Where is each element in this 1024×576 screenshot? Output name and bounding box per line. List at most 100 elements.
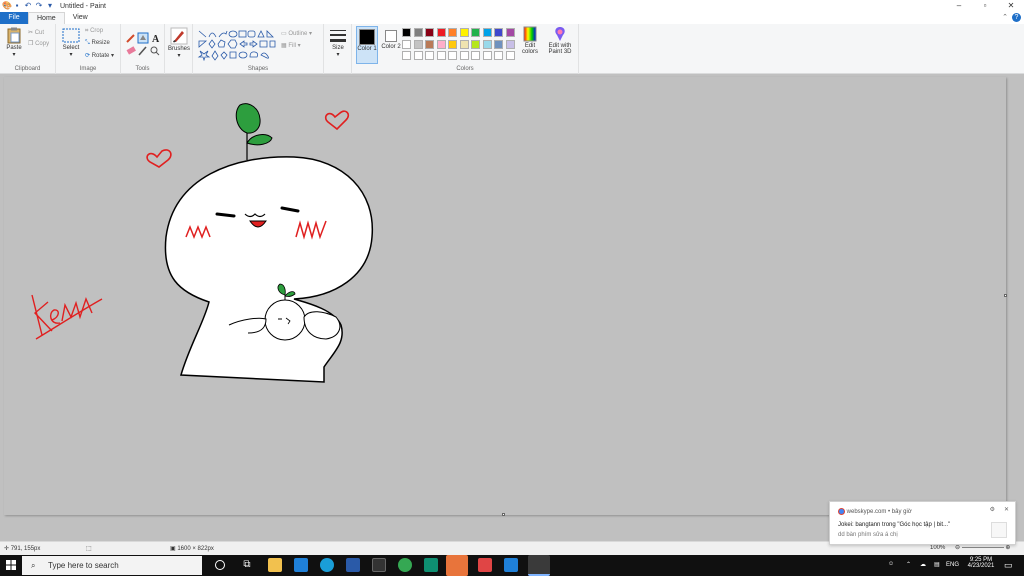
palette-custom-swatch[interactable] (448, 51, 457, 60)
crop-button[interactable]: ⌗ Crop (85, 28, 103, 35)
save-icon[interactable]: ▪ (13, 2, 21, 10)
size-button[interactable]: Size ▾ (327, 28, 349, 58)
palette-custom-swatch[interactable] (425, 51, 434, 60)
undo-icon[interactable]: ↶ (24, 2, 32, 10)
redo-icon[interactable]: ↷ (35, 2, 43, 10)
palette-swatch[interactable] (471, 39, 480, 49)
toast-close-icon[interactable]: ✕ (1004, 506, 1009, 513)
palette-swatch[interactable] (459, 39, 469, 49)
toast-settings-icon[interactable]: ⚙ (990, 506, 995, 513)
notification-toast[interactable]: webskype.com • bây giờ ⚙ ✕ Jokei: bangta… (829, 501, 1016, 545)
palette-custom-swatch[interactable] (436, 51, 446, 60)
palette-swatch[interactable] (413, 28, 423, 37)
color-palette (402, 28, 522, 64)
palette-swatch[interactable] (425, 39, 434, 49)
select-rectangle-icon (62, 28, 80, 43)
file-explorer-icon[interactable] (268, 558, 282, 572)
palette-swatch[interactable] (402, 28, 411, 37)
rotate-button[interactable]: ⟳ Rotate ▾ (85, 52, 114, 59)
canvas-resize-handle-right[interactable] (1004, 294, 1007, 297)
edge-icon[interactable] (320, 558, 334, 572)
customize-dropdown-icon[interactable]: ▾ (46, 2, 54, 10)
paint-taskbar-icon[interactable] (528, 555, 550, 576)
store-icon[interactable] (346, 558, 360, 572)
color-picker-icon[interactable] (138, 46, 147, 56)
palette-custom-swatch[interactable] (402, 51, 411, 60)
people-icon[interactable]: ☺ (888, 561, 894, 567)
clipboard-group: Paste ▾ ✂ Cut ❐ Copy Clipboard (0, 24, 56, 74)
taskbar-search-box[interactable]: ⌕ Type here to search (22, 556, 202, 575)
zoom-out-icon[interactable]: ⊖ (955, 545, 960, 551)
network-icon[interactable]: ▤ (934, 561, 940, 568)
tray-expand-icon[interactable]: ⌃ (906, 561, 911, 568)
clock[interactable]: 9:25 PM 4/23/2021 (966, 557, 996, 569)
palette-swatch[interactable] (436, 39, 446, 49)
cut-button[interactable]: ✂ Cut (28, 29, 44, 36)
magnifier-icon[interactable] (150, 46, 160, 56)
palette-swatch[interactable] (402, 39, 411, 49)
tab-file[interactable]: File (0, 12, 28, 24)
security-shield-icon[interactable] (446, 555, 468, 576)
heart-drawing-right (324, 110, 350, 131)
tab-view[interactable]: View (65, 12, 96, 24)
palette-swatch[interactable] (459, 28, 469, 37)
close-button[interactable]: ✕ (998, 0, 1024, 12)
brushes-button[interactable]: Brushes ▾ (167, 27, 191, 59)
palette-custom-swatch[interactable] (471, 51, 480, 60)
notification-center-icon[interactable]: ▭ (1004, 560, 1013, 571)
copy-button[interactable]: ❐ Copy (28, 40, 49, 47)
palette-swatch[interactable] (436, 28, 446, 37)
palette-swatch[interactable] (448, 28, 457, 37)
help-icon[interactable]: ? (1012, 13, 1021, 22)
fill-button[interactable]: ▦ Fill ▾ (281, 42, 301, 49)
task-view-icon[interactable]: ⧉ (240, 558, 254, 572)
shapes-gallery[interactable] (197, 29, 277, 61)
edit-with-paint3d-button[interactable]: Edit with Paint 3D (544, 26, 576, 55)
palette-swatch[interactable] (505, 28, 515, 37)
input-language[interactable]: ENG (946, 562, 959, 568)
palette-swatch[interactable] (471, 28, 480, 37)
app-icon[interactable] (424, 558, 438, 572)
defender-icon[interactable] (478, 558, 492, 572)
outlook-icon[interactable] (504, 558, 518, 572)
palette-custom-swatch[interactable] (482, 51, 492, 60)
palette-custom-swatch[interactable] (494, 51, 503, 60)
mail-icon[interactable] (294, 558, 308, 572)
fill-bucket-icon[interactable] (137, 32, 149, 44)
zoom-slider[interactable]: ⊖ ⊕ (955, 544, 1010, 551)
palette-swatch[interactable] (505, 39, 515, 49)
palette-custom-swatch[interactable] (413, 51, 423, 60)
text-tool-icon[interactable]: A (152, 34, 160, 45)
color2-button[interactable]: Color 2 (380, 26, 402, 50)
palette-swatch[interactable] (494, 28, 503, 37)
palette-swatch[interactable] (448, 39, 457, 49)
resize-button[interactable]: ⤡ Resize (85, 40, 110, 47)
tab-home[interactable]: Home (28, 12, 65, 24)
color1-button[interactable]: Color 1 (356, 26, 378, 64)
palette-swatch[interactable] (482, 28, 492, 37)
palette-swatch[interactable] (494, 39, 503, 49)
eraser-icon[interactable] (126, 46, 136, 55)
palette-swatch[interactable] (425, 28, 434, 37)
palette-swatch[interactable] (413, 39, 423, 49)
maximize-button[interactable]: ▫ (972, 0, 998, 12)
edit-colors-button[interactable]: Edit colors (520, 26, 540, 55)
windows-start-icon[interactable] (6, 560, 16, 570)
outline-button[interactable]: ▭ Outline ▾ (281, 30, 312, 37)
select-button[interactable]: Select ▾ (60, 28, 82, 58)
minimize-button[interactable]: – (946, 0, 972, 12)
palette-swatch[interactable] (482, 39, 492, 49)
paste-button[interactable]: Paste ▾ (3, 27, 25, 58)
cortana-icon[interactable] (215, 560, 225, 570)
ribbon-tabs: File Home View ⌃ ? (0, 12, 1024, 24)
zoom-in-icon[interactable]: ⊕ (1005, 545, 1010, 551)
chrome-taskbar-icon[interactable] (398, 558, 412, 572)
canvas-resize-handle-bottom[interactable] (502, 513, 505, 516)
cloud-icon[interactable]: ☁ (920, 561, 926, 568)
game-icon[interactable] (372, 558, 386, 572)
palette-custom-swatch[interactable] (505, 51, 515, 60)
palette-custom-swatch[interactable] (459, 51, 469, 60)
drawing-canvas[interactable] (4, 77, 1007, 516)
collapse-ribbon-icon[interactable]: ⌃ (1002, 12, 1008, 24)
pencil-icon[interactable] (126, 34, 135, 43)
